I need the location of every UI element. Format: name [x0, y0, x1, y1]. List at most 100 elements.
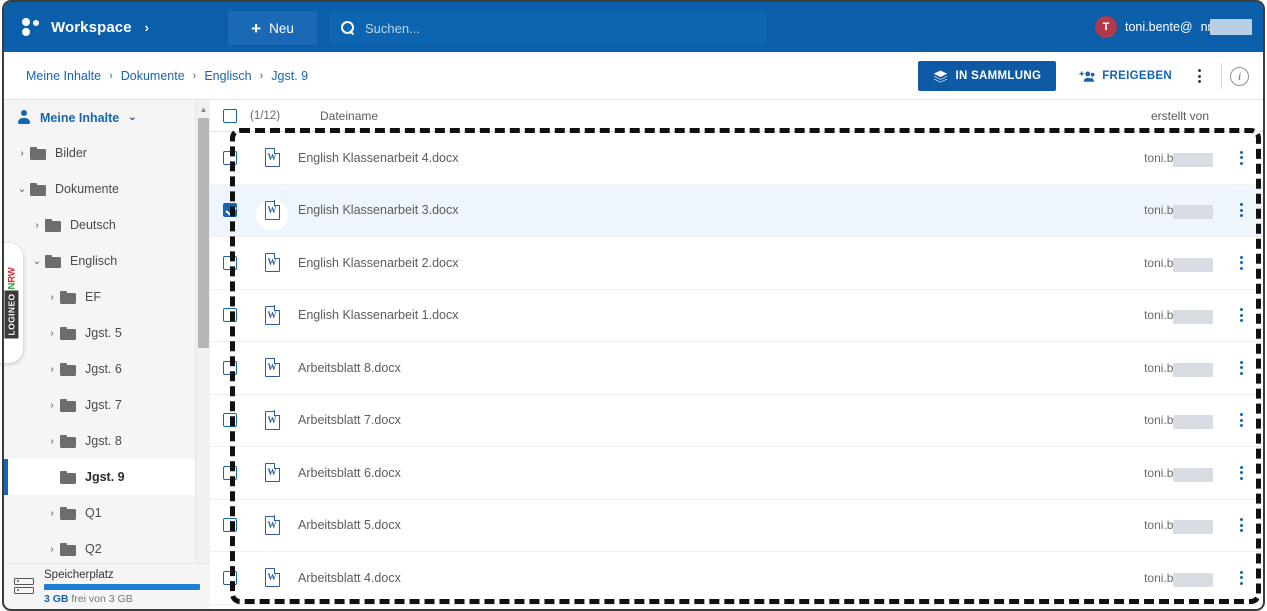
table-row[interactable]: W Arbeitsblatt 8.docxtoni.bente@: [210, 342, 1263, 395]
row-more-menu[interactable]: [1219, 150, 1263, 165]
dot-icon: [1239, 308, 1243, 312]
redaction-block: [1173, 152, 1213, 167]
file-owner: toni.bente@: [1049, 361, 1219, 377]
file-name[interactable]: Arbeitsblatt 6.docx: [294, 466, 1049, 480]
table-row[interactable]: W Arbeitsblatt 7.docxtoni.bente@: [210, 395, 1263, 447]
scroll-up-arrow-icon[interactable]: ▲: [196, 102, 210, 117]
redaction-block: [1209, 19, 1252, 35]
sidebar-item-jgst-6[interactable]: › Jgst. 6: [4, 351, 210, 387]
chevron-right-icon[interactable]: ›: [44, 400, 60, 411]
freigeben-button[interactable]: FREIGEBEN: [1064, 61, 1185, 91]
sidebar-root-meine-inhalte[interactable]: Meine Inhalte ⌄: [4, 100, 210, 135]
file-name[interactable]: Arbeitsblatt 7.docx: [294, 413, 1049, 427]
table-row[interactable]: W English Klassenarbeit 4.docxtoni.bente@: [210, 132, 1263, 185]
folder-icon: [45, 218, 61, 232]
sidebar-item-jgst-5[interactable]: › Jgst. 5: [4, 315, 210, 351]
sidebar-scroll-thumb[interactable]: [198, 118, 209, 348]
folder-icon: [60, 434, 76, 448]
file-name[interactable]: English Klassenarbeit 2.docx: [294, 256, 1049, 270]
workspace-brand[interactable]: Workspace ›: [22, 17, 149, 37]
sidebar-item-jgst-8[interactable]: › Jgst. 8: [4, 423, 210, 459]
sidebar-item-dokumente[interactable]: ⌄ Dokumente: [4, 171, 210, 207]
table-row[interactable]: W English Klassenarbeit 3.docxtoni.bente@: [210, 184, 1263, 237]
row-more-menu[interactable]: [1219, 570, 1263, 585]
more-options-button[interactable]: [1185, 61, 1213, 91]
row-more-menu[interactable]: [1219, 203, 1263, 218]
dot-icon: [1197, 80, 1201, 83]
logineo-nrw-tab[interactable]: LOGINEO NRW: [0, 243, 23, 363]
row-more-menu[interactable]: [1219, 465, 1263, 480]
chevron-right-icon[interactable]: ›: [44, 544, 60, 555]
select-all-checkbox[interactable]: [223, 108, 237, 123]
row-checkbox[interactable]: [223, 203, 237, 218]
file-name[interactable]: Arbeitsblatt 4.docx: [294, 571, 1049, 585]
sidebar-item-ef[interactable]: › EF: [4, 279, 210, 315]
file-owner: toni.bente@: [1049, 518, 1219, 535]
layers-icon: [934, 69, 948, 83]
row-more-menu[interactable]: [1219, 413, 1263, 428]
sidebar-item-deutsch[interactable]: › Deutsch: [4, 207, 210, 243]
row-checkbox[interactable]: [223, 150, 237, 165]
row-checkbox[interactable]: [223, 518, 237, 533]
file-name[interactable]: English Klassenarbeit 1.docx: [294, 308, 1049, 322]
row-checkbox[interactable]: [223, 413, 237, 428]
user-menu[interactable]: T toni.bente@ nrw.s ⌄: [1094, 2, 1252, 52]
redaction-block: [1173, 362, 1213, 377]
in-sammlung-button[interactable]: IN SAMMLUNG: [918, 61, 1057, 91]
dot-icon: [1239, 371, 1243, 375]
sidebar-item-englisch[interactable]: ⌄ Englisch: [4, 243, 210, 279]
dot-icon: [1239, 581, 1243, 585]
sidebar-item-q2[interactable]: › Q2: [4, 531, 210, 567]
file-list: (1/12) Dateiname erstellt von W English K…: [210, 100, 1263, 609]
chevron-right-icon[interactable]: ›: [44, 292, 60, 303]
table-row[interactable]: W Arbeitsblatt 4.docxtoni.bente@: [210, 552, 1263, 605]
row-checkbox[interactable]: [223, 360, 237, 375]
sidebar-item-jgst-7[interactable]: › Jgst. 7: [4, 387, 210, 423]
row-more-menu[interactable]: [1219, 518, 1263, 533]
row-checkbox[interactable]: [223, 465, 237, 480]
folder-icon: [30, 146, 46, 160]
file-name[interactable]: Arbeitsblatt 5.docx: [294, 518, 1049, 532]
chevron-down-icon[interactable]: ⌄: [29, 256, 45, 267]
table-row[interactable]: W English Klassenarbeit 2.docxtoni.bente@: [210, 237, 1263, 290]
chevron-right-icon[interactable]: ›: [44, 508, 60, 519]
table-row[interactable]: W Arbeitsblatt 5.docxtoni.bente@: [210, 500, 1263, 552]
in-sammlung-label: IN SAMMLUNG: [955, 70, 1042, 82]
new-button[interactable]: + Neu: [228, 11, 317, 45]
chevron-right-icon[interactable]: ›: [14, 148, 30, 159]
file-name[interactable]: English Klassenarbeit 3.docx: [294, 203, 1049, 217]
table-row[interactable]: W English Klassenarbeit 1.docxtoni.bente@: [210, 290, 1263, 342]
breadcrumb-item-2[interactable]: Englisch: [204, 69, 251, 83]
row-more-menu[interactable]: [1219, 255, 1263, 270]
row-checkbox[interactable]: [223, 255, 237, 270]
breadcrumb-item-0[interactable]: Meine Inhalte: [26, 69, 101, 83]
column-header-erstellt-von[interactable]: erstellt von: [1049, 109, 1219, 123]
column-header-dateiname[interactable]: Dateiname: [298, 109, 1049, 123]
sidebar-item-bilder[interactable]: › Bilder: [4, 135, 210, 171]
info-icon[interactable]: i: [1230, 66, 1249, 86]
sidebar-item-jgst-9[interactable]: Jgst. 9: [4, 459, 210, 495]
chevron-right-icon[interactable]: ›: [44, 328, 60, 339]
dot-icon: [1197, 69, 1201, 72]
breadcrumb-item-1[interactable]: Dokumente: [121, 69, 185, 83]
sidebar-scrollbar[interactable]: ▲ ▼: [195, 100, 210, 578]
file-icon-wrap: W: [250, 147, 294, 168]
redaction-block: [1173, 520, 1213, 535]
row-checkbox[interactable]: [223, 308, 237, 323]
chevron-right-icon[interactable]: ›: [44, 436, 60, 447]
word-letter: W: [267, 362, 277, 373]
chevron-right-icon[interactable]: ›: [44, 364, 60, 375]
row-more-menu[interactable]: [1219, 360, 1263, 375]
row-more-menu[interactable]: [1219, 308, 1263, 323]
row-checkbox[interactable]: [223, 570, 237, 585]
chevron-right-icon[interactable]: ›: [29, 220, 45, 231]
sidebar-item-label: Jgst. 8: [85, 434, 122, 448]
word-file-icon: W: [264, 515, 280, 535]
search-input[interactable]: Suchen...: [330, 11, 766, 45]
file-name[interactable]: Arbeitsblatt 8.docx: [294, 361, 1049, 375]
file-name[interactable]: English Klassenarbeit 4.docx: [294, 151, 1049, 165]
breadcrumb-item-3[interactable]: Jgst. 9: [271, 69, 308, 83]
chevron-down-icon[interactable]: ⌄: [14, 184, 30, 195]
table-row[interactable]: W Arbeitsblatt 6.docxtoni.bente@: [210, 447, 1263, 500]
sidebar-item-q1[interactable]: › Q1: [4, 495, 210, 531]
